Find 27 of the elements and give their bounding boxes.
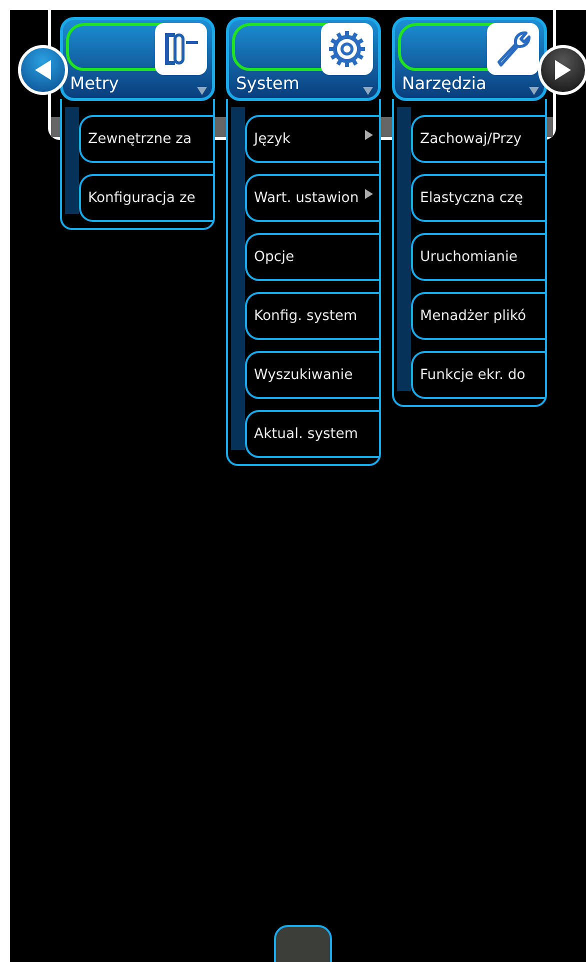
submenu-arrow-icon [365,130,373,140]
dropdown-arrow-icon [363,87,373,95]
menu-header[interactable]: Metry [60,17,215,101]
menu-header[interactable]: System [226,17,381,101]
menu-item[interactable]: Wyszukiwanie [245,351,379,399]
menu-item[interactable]: Elastyczna czę [411,174,545,222]
bottom-handle[interactable] [274,925,332,962]
menu-item[interactable]: Zachowaj/Przy [411,115,545,163]
right-arrow-icon [553,59,573,81]
previous-button[interactable] [18,45,68,95]
menu-item[interactable]: Opcje [245,233,379,281]
menu-item[interactable]: Funkcje ekr. do [411,351,545,399]
menu-item[interactable]: Wart. ustawion [245,174,379,222]
menu-item[interactable]: Zewnętrzne za [79,115,213,163]
next-button[interactable] [538,45,586,95]
settings-icon [327,29,367,69]
left-arrow-icon [33,59,53,81]
menu-item[interactable]: Uruchomianie [411,233,545,281]
menu-item[interactable]: Język [245,115,379,163]
menu-header[interactable]: Narzędzia [392,17,547,101]
menu-item[interactable]: Konfig. system [245,292,379,340]
dropdown-arrow-icon [529,87,539,95]
submenu-arrow-icon [365,189,373,199]
dropdown-arrow-icon [197,87,207,95]
menu-item[interactable]: Konfiguracja ze [79,174,213,222]
menu-item[interactable]: Aktual. system [245,410,379,458]
menu-item[interactable]: Menadżer plikó [411,292,545,340]
